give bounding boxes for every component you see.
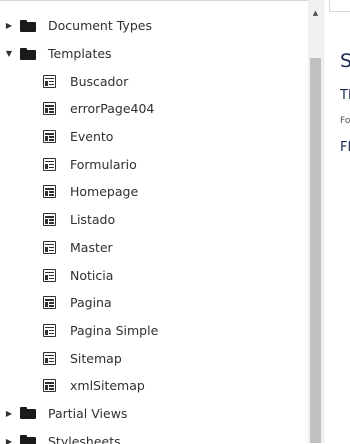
template-icon xyxy=(43,102,56,116)
tree-node-label: Homepage xyxy=(70,184,139,200)
tree-node-label: Pagina Simple xyxy=(70,322,159,338)
template-icon xyxy=(43,157,56,171)
tree-node-label: Stylesheets xyxy=(48,433,121,444)
tree-template-node[interactable]: Master xyxy=(0,234,308,262)
tree-folder-node[interactable]: ▶ Document Types xyxy=(0,12,308,40)
tree-folder-node[interactable]: ▶ Partial Views xyxy=(0,400,308,428)
template-icon xyxy=(43,296,56,310)
tree-node-label: Listado xyxy=(70,212,116,228)
editor-panel: S Tl Fo Fl xyxy=(330,0,350,443)
editor-title: S xyxy=(340,50,350,72)
template-icon xyxy=(43,268,56,282)
tree-template-node[interactable]: Listado xyxy=(0,206,308,234)
template-icon xyxy=(43,351,56,365)
tree-node-label: errorPage404 xyxy=(70,101,155,117)
template-icon xyxy=(43,240,56,254)
tree-folder-node[interactable]: ▼ Templates xyxy=(0,40,308,68)
tree-template-node[interactable]: Homepage xyxy=(0,178,308,206)
tree-template-node[interactable]: Sitemap xyxy=(0,344,308,372)
folder-icon xyxy=(20,47,36,60)
tree-node-label: Document Types xyxy=(48,18,152,34)
tree-node-label: Evento xyxy=(70,129,114,145)
caret-right-icon[interactable]: ▶ xyxy=(4,21,14,30)
editor-caption: Fo xyxy=(340,116,350,126)
template-icon xyxy=(43,323,56,337)
tree-node-label: xmlSitemap xyxy=(70,378,145,394)
tree-template-node[interactable]: Buscador xyxy=(0,67,308,95)
tree-template-node[interactable]: Noticia xyxy=(0,261,308,289)
scroll-up-arrow-icon[interactable]: ▲ xyxy=(310,8,321,18)
tree-node-label: Pagina xyxy=(70,295,112,311)
caret-down-icon[interactable]: ▼ xyxy=(4,49,14,58)
tree-template-node[interactable]: Pagina Simple xyxy=(0,317,308,345)
folder-icon xyxy=(20,407,36,420)
tree-node-label: Partial Views xyxy=(48,405,128,421)
caret-right-icon[interactable]: ▶ xyxy=(4,409,14,418)
editor-heading: Tl xyxy=(340,88,350,103)
tree-node-label: Noticia xyxy=(70,267,114,283)
tree-node-label: Sitemap xyxy=(70,350,122,366)
tree-node-label: Formulario xyxy=(70,156,137,172)
template-icon xyxy=(43,74,56,88)
tree-node-label: Master xyxy=(70,239,113,255)
tree-folder-node[interactable]: ▶ Stylesheets xyxy=(0,427,308,444)
template-icon xyxy=(43,379,56,393)
tree-template-node[interactable]: xmlSitemap xyxy=(0,372,308,400)
editor-field: Fl xyxy=(340,140,350,155)
tree-node-label: Buscador xyxy=(70,73,129,89)
template-icon xyxy=(43,185,56,199)
tree-template-node[interactable]: Pagina xyxy=(0,289,308,317)
template-icon xyxy=(43,213,56,227)
tree-panel: ▶ Document Types ▼ Templates Buscador errorPa… xyxy=(0,0,323,444)
tree-template-node[interactable]: Formulario xyxy=(0,150,308,178)
tree-scrollbar-thumb[interactable] xyxy=(310,58,321,443)
template-icon xyxy=(43,130,56,144)
folder-icon xyxy=(20,19,36,32)
panel-divider xyxy=(323,0,324,443)
tree-template-node[interactable]: errorPage404 xyxy=(0,95,308,123)
tree-node-label: Templates xyxy=(48,46,112,62)
settings-tree: ▶ Document Types ▼ Templates Buscador errorPa… xyxy=(0,12,308,444)
tree-template-node[interactable]: Evento xyxy=(0,123,308,151)
